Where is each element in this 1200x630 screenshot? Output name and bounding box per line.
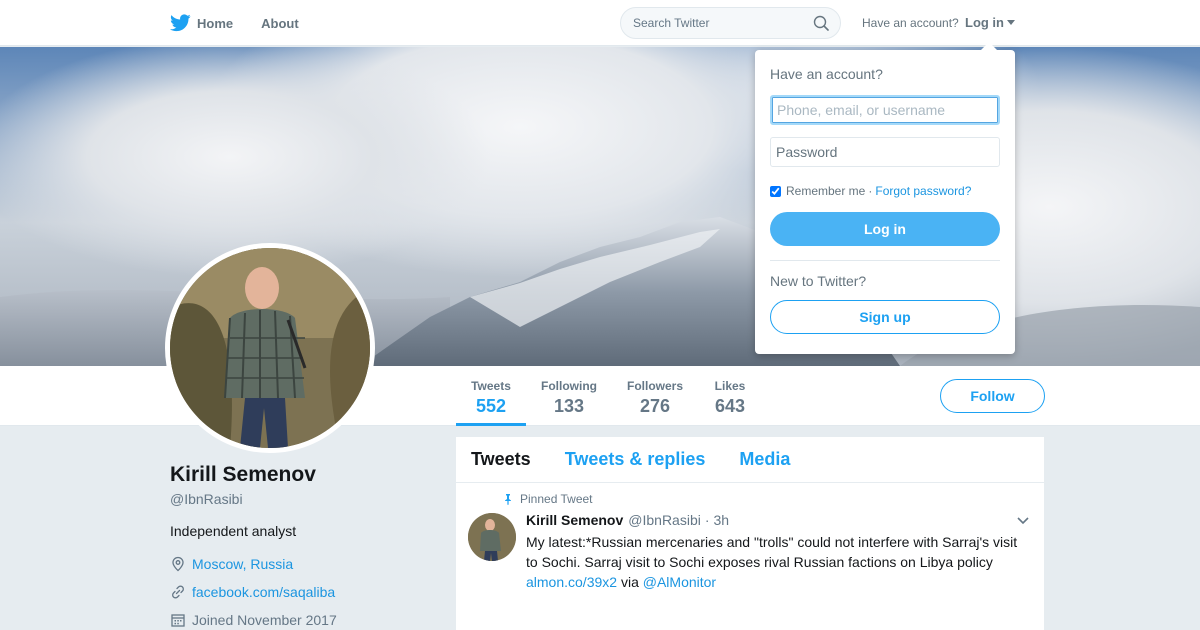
login-toggle-label: Log in — [965, 15, 1004, 30]
stat-following-label: Following — [541, 379, 597, 393]
remember-me-checkbox[interactable] — [770, 185, 781, 197]
tweet-separator: · — [704, 512, 710, 528]
username-field[interactable] — [770, 95, 1000, 125]
nav-links: Home About — [170, 0, 327, 46]
remember-me-label: Remember me — [786, 184, 866, 198]
tweet-author-handle[interactable]: @IbnRasibi — [628, 512, 701, 528]
profile-location: Moscow, Russia — [170, 556, 293, 572]
profile-website: facebook.com/saqaliba — [170, 584, 335, 600]
nav-about-label: About — [261, 15, 299, 31]
follow-button[interactable]: Follow — [940, 379, 1045, 413]
password-field[interactable] — [770, 137, 1000, 167]
search-icon[interactable] — [813, 15, 829, 31]
dropdown-title: Have an account? — [770, 66, 883, 82]
nav-home-label: Home — [197, 15, 234, 31]
timeline: Tweets Tweets & replies Media Pinned Twe… — [456, 437, 1044, 630]
stat-tweets-value: 552 — [475, 396, 507, 416]
stat-followers[interactable]: Followers 276 — [624, 366, 686, 426]
location-pin-icon — [172, 556, 184, 572]
tweet-body: My latest:*Russian mercenaries and "trol… — [526, 534, 1018, 570]
dropdown-divider — [770, 260, 1000, 261]
twitter-bird-icon — [170, 14, 191, 32]
profile-joined: Joined November 2017 — [170, 612, 337, 628]
nav-about-link[interactable]: About — [261, 16, 299, 31]
tweet-via: via — [620, 574, 639, 590]
pinned-label: Pinned Tweet — [520, 492, 593, 506]
stat-following-value: 133 — [553, 396, 585, 416]
signup-button[interactable]: Sign up — [770, 300, 1000, 334]
tab-media[interactable]: Media — [739, 449, 790, 470]
search-input[interactable] — [621, 16, 801, 30]
tweet-more-chevron-icon[interactable] — [1016, 516, 1030, 526]
tab-tweets[interactable]: Tweets — [471, 449, 531, 470]
login-dropdown: Have an account? Remember me · Forgot pa… — [755, 42, 1015, 354]
tweet-header: Kirill Semenov @IbnRasibi · 3h — [526, 512, 729, 528]
profile-handle: @IbnRasibi — [170, 491, 243, 507]
nav-home-link[interactable]: Home — [170, 14, 233, 32]
stat-followers-label: Followers — [626, 379, 683, 393]
location-link[interactable]: Moscow, Russia — [192, 556, 293, 572]
remember-row: Remember me · Forgot password? — [770, 184, 971, 198]
account-prompt: Have an account? — [862, 16, 959, 30]
search-box — [620, 7, 841, 39]
stat-likes-value: 643 — [714, 396, 746, 416]
forgot-password-link[interactable]: Forgot password? — [875, 184, 971, 198]
link-icon — [172, 585, 184, 599]
stat-followers-value: 276 — [639, 396, 671, 416]
tab-tweets-replies[interactable]: Tweets & replies — [565, 449, 706, 470]
tweet-text: My latest:*Russian mercenaries and "trol… — [526, 532, 1031, 592]
tweet-avatar-photo — [468, 513, 516, 561]
stat-likes-label: Likes — [714, 379, 746, 393]
avatar-photo — [170, 248, 370, 448]
login-submit-button[interactable]: Log in — [770, 212, 1000, 246]
joined-date: Joined November 2017 — [192, 612, 337, 628]
stat-tweets[interactable]: Tweets 552 — [456, 366, 526, 426]
calendar-icon — [171, 614, 185, 627]
pin-icon — [505, 494, 511, 505]
tweet-url-link[interactable]: almon.co/39x2 — [526, 574, 617, 590]
stat-following[interactable]: Following 133 — [537, 366, 601, 426]
login-dropdown-toggle[interactable]: Log in — [965, 15, 1015, 30]
pinned-indicator: Pinned Tweet — [505, 492, 593, 506]
tweet-mention-link[interactable]: @AlMonitor — [643, 574, 716, 590]
profile-avatar[interactable] — [165, 243, 375, 453]
website-link[interactable]: facebook.com/saqaliba — [192, 584, 335, 600]
tweet-avatar[interactable] — [468, 513, 516, 561]
stat-tweets-label: Tweets — [471, 379, 511, 393]
profile-name: Kirill Semenov — [170, 463, 316, 486]
timeline-tabs: Tweets Tweets & replies Media — [456, 437, 1044, 483]
stat-likes[interactable]: Likes 643 — [710, 366, 750, 426]
tweet-timestamp[interactable]: 3h — [714, 512, 730, 528]
caret-down-icon — [1007, 20, 1015, 25]
remember-dot: · — [868, 184, 873, 198]
tweet-author-name[interactable]: Kirill Semenov — [526, 512, 623, 528]
profile-bio: Independent analyst — [170, 523, 297, 539]
pinned-tweet[interactable]: Pinned Tweet Kirill Semenov @IbnRasibi ·… — [456, 483, 1044, 590]
top-navigation: Home About Have an account? Log in — [0, 0, 1200, 46]
new-to-twitter-label: New to Twitter? — [770, 273, 867, 289]
